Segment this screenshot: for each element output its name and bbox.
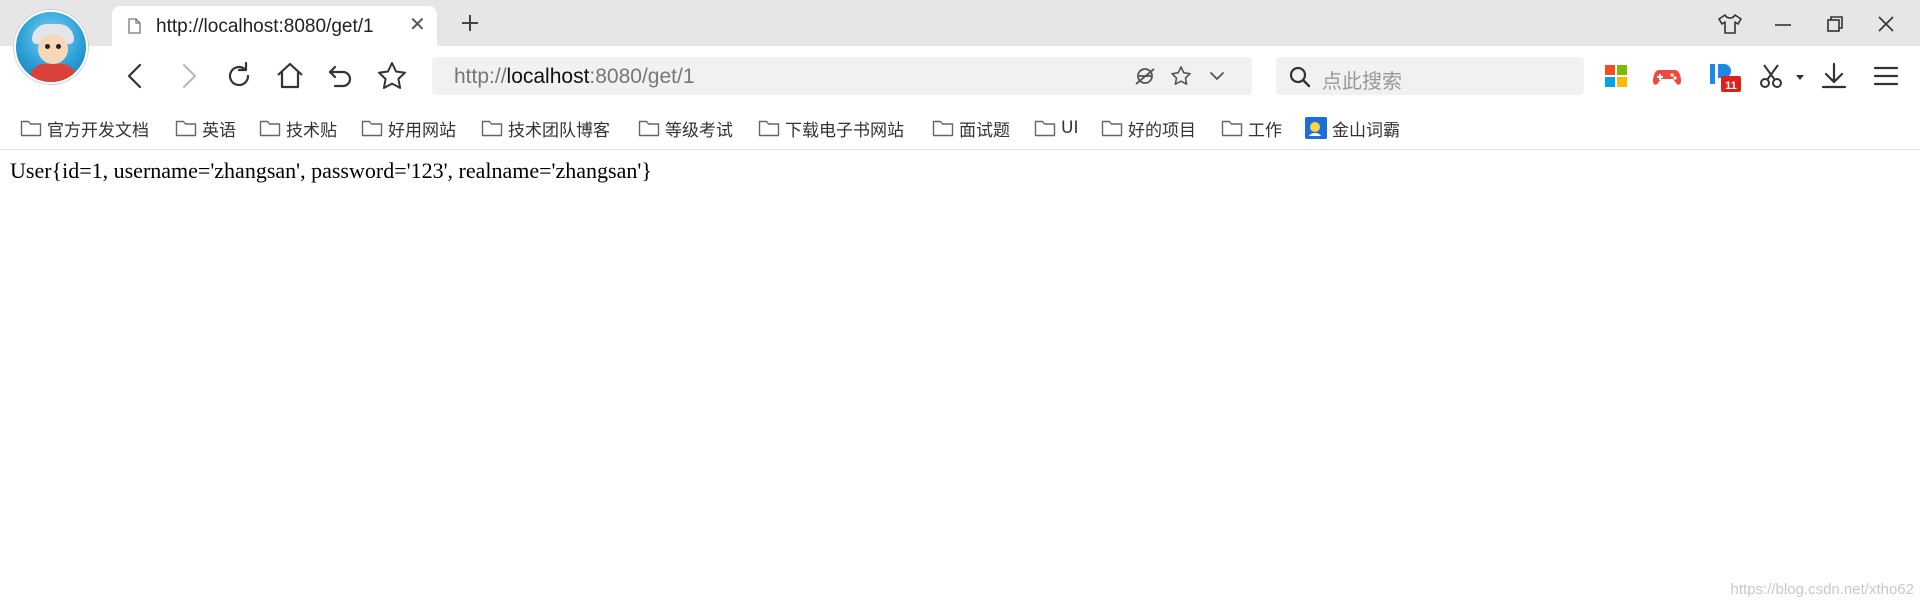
- folder-icon: [259, 120, 281, 137]
- folder-icon: [1221, 120, 1243, 137]
- close-icon[interactable]: [1872, 10, 1900, 38]
- page-content: User{id=1, username='zhangsan', password…: [0, 151, 1920, 614]
- folder-icon: [638, 120, 660, 137]
- bookmark-label: UI: [1061, 118, 1079, 138]
- reload-icon[interactable]: [223, 60, 255, 92]
- avatar[interactable]: [14, 10, 88, 84]
- favorite-star-icon[interactable]: [376, 60, 408, 92]
- url-scheme: http://: [454, 65, 507, 88]
- toolbar: http://localhost:8080/get/1 点此搜索 11: [0, 46, 1920, 106]
- plus-icon[interactable]: [455, 8, 485, 38]
- bookmark-folder[interactable]: 好的项目: [1101, 116, 1196, 141]
- bookmark-label: 技术团队博客: [508, 120, 610, 141]
- bookmark-folder[interactable]: 等级考试: [638, 116, 733, 141]
- app-grid-icon[interactable]: [1600, 60, 1632, 92]
- bookmark-folder[interactable]: 技术贴: [259, 116, 337, 141]
- folder-icon: [932, 120, 954, 137]
- compat-mode-icon[interactable]: [1134, 65, 1156, 87]
- iciba-icon: [1305, 117, 1327, 139]
- svg-text:11: 11: [1725, 80, 1737, 92]
- undo-icon[interactable]: [325, 60, 357, 92]
- bookmark-folder[interactable]: 技术团队博客: [481, 116, 610, 141]
- folder-icon: [20, 120, 42, 137]
- shirt-icon[interactable]: [1716, 10, 1744, 38]
- url-host: localhost: [506, 65, 590, 88]
- scissors-icon[interactable]: [1756, 60, 1788, 92]
- tab-strip: http://localhost:8080/get/1 ✕: [0, 0, 1920, 46]
- response-text: User{id=1, username='zhangsan', password…: [10, 158, 652, 183]
- bookmark-label: 面试题: [959, 120, 1010, 141]
- folder-icon: [758, 120, 780, 137]
- bookmark-folder[interactable]: 英语: [175, 116, 236, 141]
- tab-active[interactable]: http://localhost:8080/get/1 ✕: [112, 6, 437, 46]
- search-box[interactable]: 点此搜索: [1276, 57, 1584, 95]
- bookmark-folder[interactable]: 官方开发文档: [20, 116, 149, 141]
- search-icon: [1289, 66, 1311, 88]
- bookmark-label: 官方开发文档: [47, 120, 149, 141]
- bookmarks-bar: 官方开发文档 英语 技术贴 好用网站 技术团队博客 等级考试 下载电子书网站 面…: [0, 106, 1920, 150]
- download-icon[interactable]: [1818, 60, 1850, 92]
- chevron-down-icon[interactable]: [1206, 65, 1228, 87]
- tab-close-icon[interactable]: ✕: [409, 15, 426, 35]
- folder-icon: [175, 120, 197, 137]
- minimize-icon[interactable]: [1769, 10, 1797, 38]
- bookmark-label: 下载电子书网站: [785, 120, 904, 141]
- menu-icon[interactable]: [1870, 60, 1902, 92]
- bookmark-label: 好的项目: [1128, 120, 1196, 141]
- url-path: :8080/get/1: [589, 65, 695, 88]
- bookmark-label: 英语: [202, 120, 236, 141]
- folder-icon: [1101, 120, 1123, 137]
- restore-icon[interactable]: [1821, 10, 1849, 38]
- bookmark-folder[interactable]: 下载电子书网站: [758, 116, 904, 141]
- bookmark-label: 工作: [1248, 120, 1282, 141]
- watermark: https://blog.csdn.net/xtho62: [1730, 581, 1914, 598]
- game-icon[interactable]: [1651, 60, 1683, 92]
- shopping-icon[interactable]: 11: [1707, 58, 1743, 94]
- address-url[interactable]: http://localhost:8080/get/1: [454, 65, 695, 89]
- search-placeholder: 点此搜索: [1322, 69, 1402, 93]
- address-bar[interactable]: http://localhost:8080/get/1: [432, 57, 1252, 95]
- folder-icon: [361, 120, 383, 137]
- bookmark-label: 等级考试: [665, 120, 733, 141]
- page-icon: [128, 18, 141, 34]
- tab-title: http://localhost:8080/get/1: [156, 16, 374, 37]
- back-icon[interactable]: [120, 60, 152, 92]
- star-icon[interactable]: [1170, 65, 1192, 87]
- bookmark-folder[interactable]: UI: [1034, 116, 1078, 140]
- bookmark-label: 好用网站: [388, 120, 456, 141]
- bookmark-label: 金山词霸: [1332, 120, 1400, 141]
- folder-icon: [1034, 120, 1056, 137]
- folder-icon: [481, 120, 503, 137]
- bookmark-label: 技术贴: [286, 120, 337, 141]
- bookmark-folder[interactable]: 面试题: [932, 116, 1010, 141]
- forward-icon[interactable]: [172, 60, 204, 92]
- bookmark-link[interactable]: 金山词霸: [1305, 116, 1400, 141]
- home-icon[interactable]: [274, 60, 306, 92]
- scissors-dropdown-icon[interactable]: [1792, 60, 1808, 92]
- bookmark-folder[interactable]: 好用网站: [361, 116, 456, 141]
- bookmark-folder[interactable]: 工作: [1221, 116, 1282, 141]
